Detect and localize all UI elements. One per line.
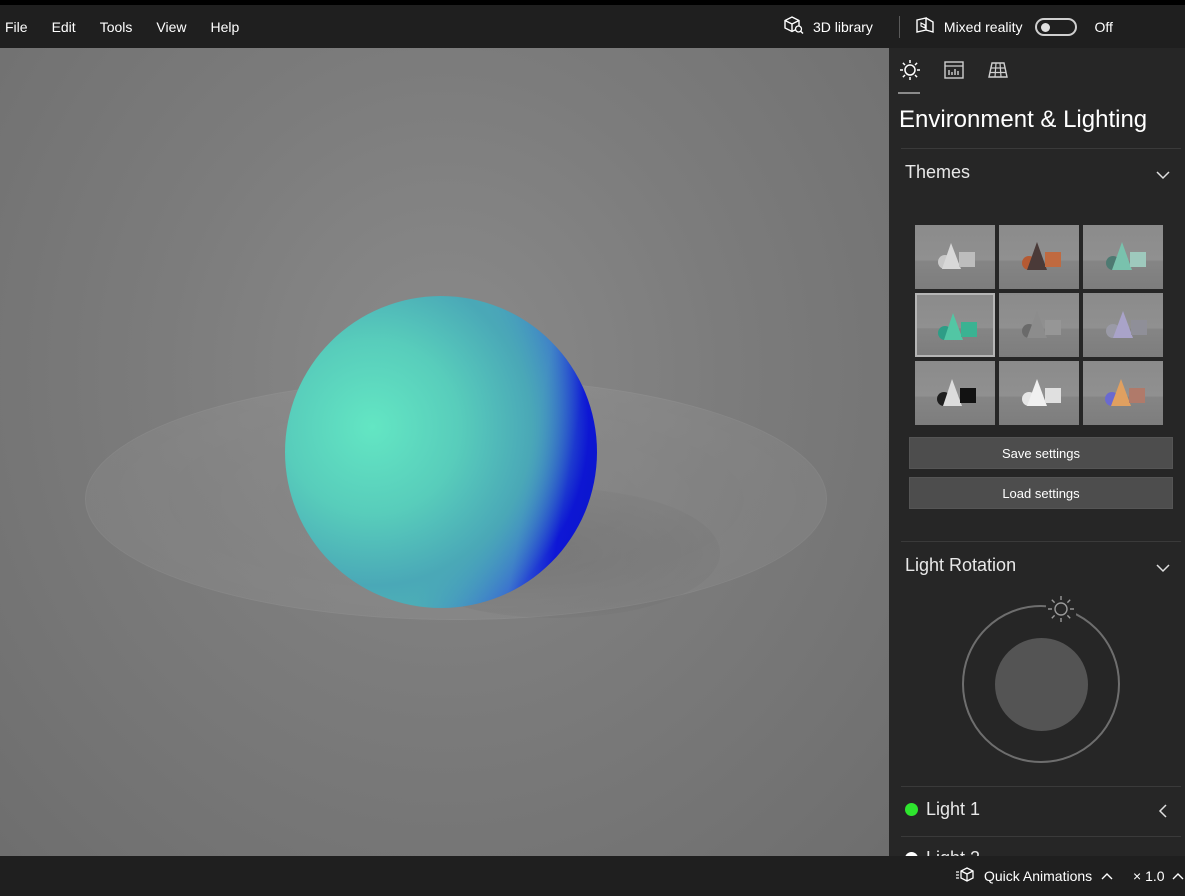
toggle-knob <box>1040 22 1050 32</box>
sphere-model[interactable] <box>285 296 597 608</box>
toolbar-separator <box>898 15 900 38</box>
animation-speed-label: × 1.0 <box>1133 868 1165 884</box>
mixed-reality-state: Off <box>1094 18 1113 35</box>
menu-view[interactable]: View <box>151 19 191 35</box>
theme-thumb-5[interactable] <box>999 293 1079 357</box>
theme-preview <box>937 379 976 406</box>
theme-thumb-8[interactable] <box>999 361 1079 425</box>
chevron-up-icon <box>1171 868 1185 884</box>
tab-stats[interactable] <box>943 60 965 84</box>
3d-library-label: 3D library <box>813 18 873 35</box>
menu-file[interactable]: File <box>0 19 33 35</box>
theme-thumb-9[interactable] <box>1083 361 1163 425</box>
divider <box>901 786 1181 787</box>
theme-preview <box>1022 311 1061 338</box>
cube-search-icon <box>783 15 805 38</box>
light-1-label: Light 1 <box>926 799 981 819</box>
chevron-left-icon[interactable] <box>1157 803 1169 824</box>
quick-animations-button[interactable]: Quick Animations <box>956 856 1114 896</box>
mixed-reality-label: Mixed reality <box>943 18 1023 35</box>
theme-thumb-2[interactable] <box>999 225 1079 289</box>
theme-preview <box>1105 379 1145 406</box>
themes-header[interactable]: Themes <box>905 162 970 183</box>
theme-thumb-1[interactable] <box>915 225 995 289</box>
sun-handle-icon[interactable] <box>1046 594 1076 629</box>
theme-preview <box>938 313 977 340</box>
grid-icon <box>987 60 1009 85</box>
themes-grid <box>915 225 1163 425</box>
tab-grid[interactable] <box>987 60 1009 84</box>
chevron-down-icon[interactable] <box>1155 561 1171 579</box>
status-bar: Quick Animations × 1.0 <box>0 856 1185 896</box>
chevron-down-icon[interactable] <box>1155 168 1171 186</box>
menu-help[interactable]: Help <box>205 19 244 35</box>
light-2-label: Light 2 <box>926 848 980 856</box>
theme-thumb-6[interactable] <box>1083 293 1163 357</box>
animation-cube-icon <box>956 866 976 887</box>
3d-viewport[interactable] <box>0 48 889 856</box>
load-settings-button[interactable]: Load settings <box>909 477 1173 509</box>
tab-environment[interactable] <box>898 59 921 94</box>
theme-thumb-3[interactable] <box>1083 225 1163 289</box>
panel-title: Environment & Lighting <box>899 106 1148 133</box>
animation-speed-control[interactable]: × 1.0 <box>1133 856 1185 896</box>
theme-preview <box>938 243 975 269</box>
toolbar-right: 3D library Mixed reality Off <box>783 5 1113 48</box>
environment-panel: Environment & Lighting Themes Save setti… <box>889 48 1185 856</box>
divider <box>901 836 1181 837</box>
sun-icon <box>899 59 921 86</box>
mixed-reality-control[interactable]: Mixed reality Off <box>914 15 1113 38</box>
mixed-reality-icon <box>914 15 936 38</box>
3d-library-button[interactable]: 3D library <box>783 15 873 38</box>
theme-thumb-4[interactable] <box>915 293 995 357</box>
panel-tabs <box>898 59 1009 94</box>
main-menu: File Edit Tools View Help <box>0 19 244 35</box>
chevron-up-icon <box>1100 868 1114 884</box>
menu-tools[interactable]: Tools <box>95 19 138 35</box>
divider <box>901 148 1181 149</box>
light-1-color-dot <box>905 803 918 816</box>
theme-preview <box>1106 311 1147 338</box>
light-rotation-header[interactable]: Light Rotation <box>905 555 1016 576</box>
theme-preview <box>1022 379 1061 406</box>
mixed-reality-toggle[interactable] <box>1034 17 1077 36</box>
stats-icon <box>943 60 965 85</box>
menu-bar: File Edit Tools View Help 3D library Mix… <box>0 5 1185 48</box>
theme-preview <box>1106 242 1146 270</box>
theme-preview <box>1022 242 1061 270</box>
quick-animations-label: Quick Animations <box>984 868 1093 884</box>
light-2-row[interactable]: Light 2 <box>905 848 980 856</box>
light-rotation-center <box>995 638 1088 731</box>
divider <box>901 541 1181 542</box>
menu-edit[interactable]: Edit <box>47 19 81 35</box>
light-1-row[interactable]: Light 1 <box>905 799 980 820</box>
save-settings-button[interactable]: Save settings <box>909 437 1173 469</box>
theme-thumb-7[interactable] <box>915 361 995 425</box>
